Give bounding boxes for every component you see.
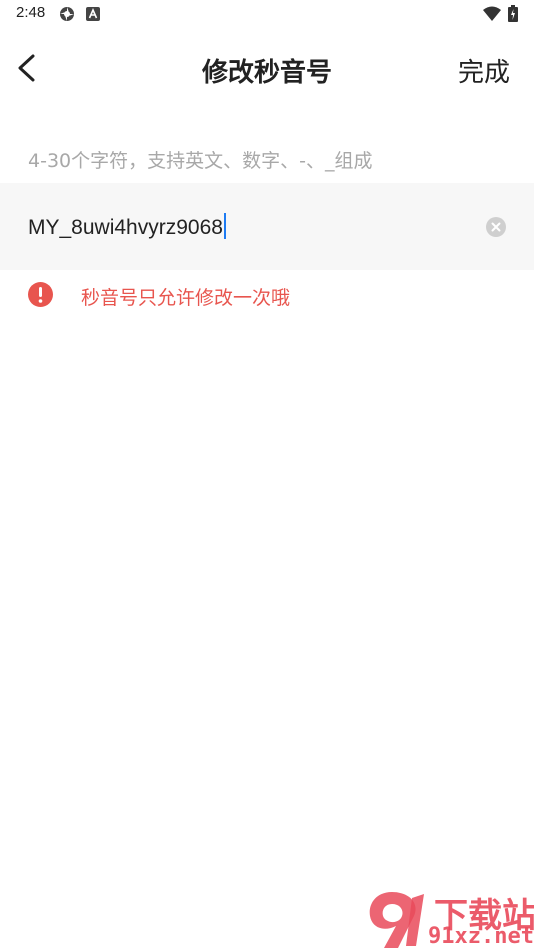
clear-button[interactable] <box>486 217 506 237</box>
screen: 2:48 修改秒音号 完成 4-30个字符，支持英文、数字、-、_组成 MY_8… <box>0 0 534 950</box>
warning-text: 秒音号只允许修改一次哦 <box>81 287 291 309</box>
id-input-field[interactable]: MY_8uwi4hvyrz9068 <box>28 213 226 240</box>
clear-circle-icon <box>486 217 506 237</box>
page-title: 修改秒音号 <box>201 58 332 88</box>
text-caret <box>223 213 226 239</box>
a-badge-icon <box>86 7 100 21</box>
back-button[interactable] <box>10 50 46 86</box>
status-time: 2:48 <box>16 4 46 21</box>
input-hint: 4-30个字符，支持英文、数字、-、_组成 <box>28 150 373 172</box>
header: 修改秒音号 完成 <box>0 40 534 96</box>
watermark-logo-icon <box>369 892 424 948</box>
exclamation-circle-icon <box>28 282 53 307</box>
chevron-left-icon <box>18 54 35 82</box>
status-bar: 2:48 <box>0 0 534 28</box>
wifi-icon <box>483 6 501 21</box>
id-input-value: MY_8uwi4hvyrz9068 <box>28 216 223 239</box>
warning-row: 秒音号只允许修改一次哦 <box>0 280 534 310</box>
watermark-url: 91xz.net <box>428 924 534 949</box>
done-button[interactable]: 完成 <box>458 52 510 89</box>
watermark: 下载站 91xz.net <box>362 886 534 950</box>
battery-icon <box>508 5 518 22</box>
gear-icon <box>60 7 74 21</box>
id-input-row: MY_8uwi4hvyrz9068 <box>0 183 534 270</box>
